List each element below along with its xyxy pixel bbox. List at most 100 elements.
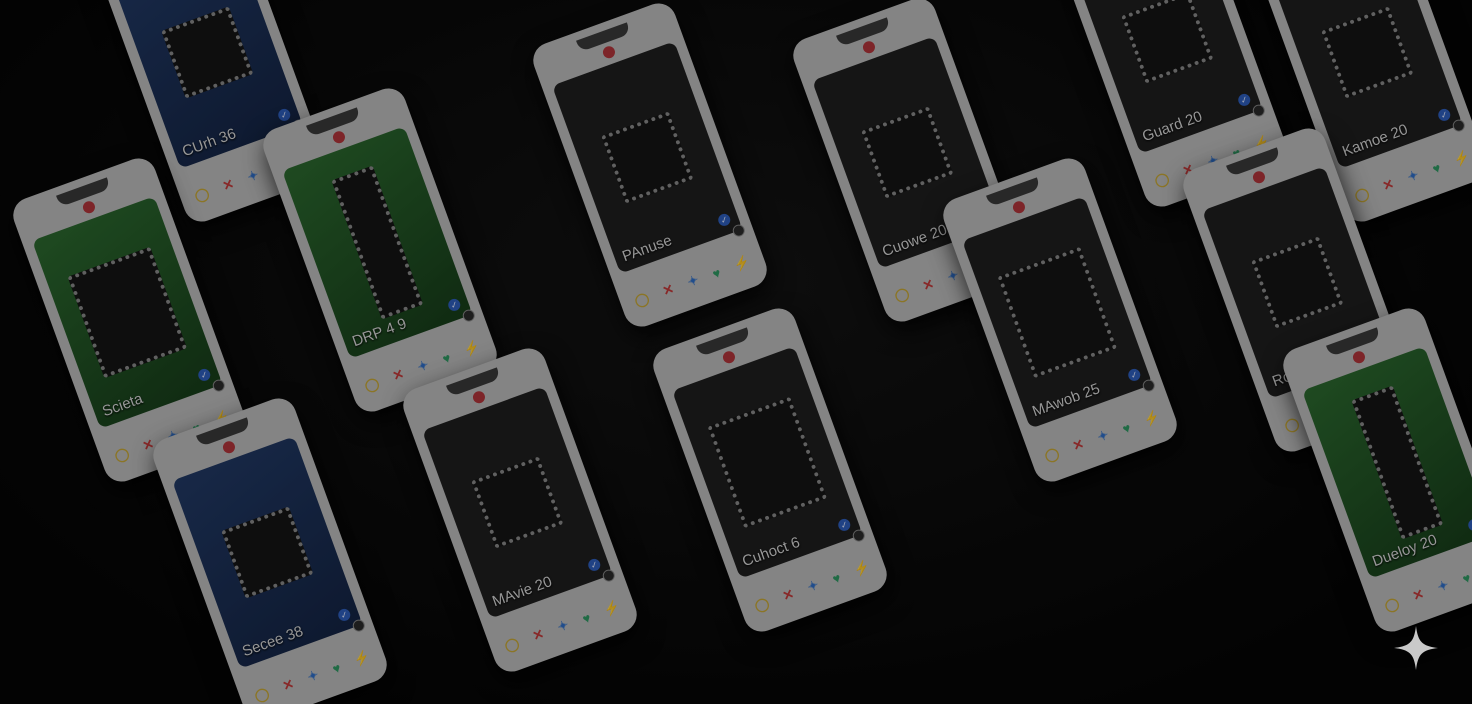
microchip-image: [471, 456, 564, 549]
microchip-image: [1121, 0, 1214, 84]
verified-icon: ✓: [446, 297, 462, 313]
bolt-icon: ⚡: [601, 598, 623, 618]
card-label: MAvie 20: [490, 573, 555, 611]
chip-photo: MAvie 20 ✓: [421, 386, 613, 619]
verified-icon: ✓: [336, 607, 352, 623]
phone-card: MAwob 25 ✓ ◯ ✕ ✦ ♥ ⚡: [938, 153, 1182, 487]
card-label: DRP 4 9: [350, 315, 409, 351]
circle-icon: ◯: [1282, 414, 1302, 434]
close-icon: ✕: [390, 365, 406, 384]
phone-card: MAvie 20 ✓ ◯ ✕ ✦ ♥ ⚡: [398, 343, 642, 677]
chip-photo: PAnuse ✓: [551, 41, 743, 274]
star-icon: ✦: [245, 166, 261, 185]
card-label: Guard 20: [1140, 107, 1205, 146]
star-icon: ✦: [685, 271, 701, 290]
circle-icon: ◯: [752, 594, 772, 614]
chip-photo: Cuhoct 6 ✓: [671, 346, 863, 579]
verified-icon: ✓: [1466, 517, 1472, 533]
circle-icon: ◯: [1042, 444, 1062, 464]
microchip-image: [601, 111, 694, 204]
sparkle-icon: [1394, 626, 1438, 670]
bolt-icon: ⚡: [351, 648, 373, 668]
chip-photo: Dueloy 20 ✓: [1301, 346, 1472, 579]
circle-icon: ◯: [192, 184, 212, 204]
star-icon: ✦: [415, 356, 431, 375]
close-icon: ✕: [530, 625, 546, 644]
phone-card: Cuhoct 6 ✓ ◯ ✕ ✦ ♥ ⚡: [648, 303, 892, 637]
heart-dot-icon: [861, 39, 877, 55]
star-icon: ✦: [1435, 576, 1451, 595]
heart-dot-icon: [221, 439, 237, 455]
circle-icon: ◯: [362, 374, 382, 394]
close-icon: ✕: [660, 280, 676, 299]
heart-dot-icon: [601, 44, 617, 60]
chip-photo: MAwob 25 ✓: [961, 196, 1153, 429]
circle-icon: ◯: [1152, 169, 1172, 189]
verified-icon: ✓: [836, 517, 852, 533]
microchip-image: [1321, 6, 1414, 99]
microchip-image: [707, 396, 828, 529]
chip-photo: Secee 38 ✓: [171, 436, 363, 669]
star-icon: ✦: [1405, 166, 1421, 185]
card-label: Secee 38: [240, 622, 306, 661]
card-label: MAwob 25: [1030, 380, 1103, 421]
verified-icon: ✓: [586, 557, 602, 573]
heart-dot-icon: [81, 199, 97, 215]
close-icon: ✕: [780, 585, 796, 604]
star-icon: ✦: [305, 666, 321, 685]
microchip-image: [997, 246, 1118, 379]
bolt-icon: ⚡: [1451, 148, 1472, 168]
heart-dot-icon: [1011, 199, 1027, 215]
heart-icon: ♥: [1430, 159, 1443, 177]
verified-icon: ✓: [1436, 107, 1452, 123]
verified-icon: ✓: [196, 367, 212, 383]
chip-photo: Guard 20 ✓: [1071, 0, 1263, 154]
star-icon: ✦: [805, 576, 821, 595]
microchip-image: [1351, 385, 1444, 540]
microchip-image: [221, 506, 314, 599]
chip-photo: Scieta ✓: [31, 196, 223, 429]
phone-card: Dueloy 20✓◯✕✦♥⚡: [1278, 303, 1472, 637]
heart-icon: ♥: [1460, 569, 1472, 587]
close-icon: ✕: [920, 275, 936, 294]
heart-icon: ♥: [830, 569, 843, 587]
circle-icon: ◯: [112, 444, 132, 464]
star-icon: ✦: [1095, 426, 1111, 445]
card-label: Kamoe 20: [1340, 120, 1411, 161]
microchip-image: [331, 165, 424, 320]
star-icon: ✦: [945, 266, 961, 285]
heart-dot-icon: [721, 349, 737, 365]
phone-card: Secee 38 ✓ ◯ ✕ ✦ ♥ ⚡: [148, 393, 392, 704]
heart-icon: ♥: [330, 659, 343, 677]
heart-dot-icon: [331, 129, 347, 145]
close-icon: ✕: [1380, 175, 1396, 194]
bolt-icon: ⚡: [731, 253, 753, 273]
card-label: CUrh 36: [180, 125, 239, 161]
bolt-icon: ⚡: [851, 558, 873, 578]
card-label: Scieta: [100, 390, 146, 421]
heart-dot-icon: [1251, 169, 1267, 185]
heart-icon: ♥: [1120, 419, 1133, 437]
star-icon: ✦: [555, 616, 571, 635]
phone-card: PAnuse ✓ ◯ ✕ ✦ ♥ ⚡: [528, 0, 772, 332]
close-icon: ✕: [1070, 435, 1086, 454]
verified-icon: ✓: [1126, 367, 1142, 383]
card-label: Cuowe 20: [880, 221, 950, 261]
verified-icon: ✓: [716, 212, 732, 228]
verified-icon: ✓: [276, 107, 292, 123]
circle-icon: ◯: [252, 684, 272, 704]
circle-icon: ◯: [502, 634, 522, 654]
microchip-image: [861, 106, 954, 199]
heart-icon: ♥: [440, 349, 453, 367]
microchip-image: [1251, 236, 1344, 329]
circle-icon: ◯: [892, 284, 912, 304]
bolt-icon: ⚡: [1141, 408, 1163, 428]
phone-card: DRP 4 9 ✓ ◯ ✕ ✦ ♥ ⚡: [258, 83, 502, 417]
heart-dot-icon: [1351, 349, 1367, 365]
verified-icon: ✓: [1236, 92, 1252, 108]
close-icon: ✕: [1410, 585, 1426, 604]
circle-icon: ◯: [632, 289, 652, 309]
bolt-icon: ⚡: [461, 338, 483, 358]
card-label: PAnuse: [620, 231, 675, 266]
heart-icon: ♥: [710, 264, 723, 282]
